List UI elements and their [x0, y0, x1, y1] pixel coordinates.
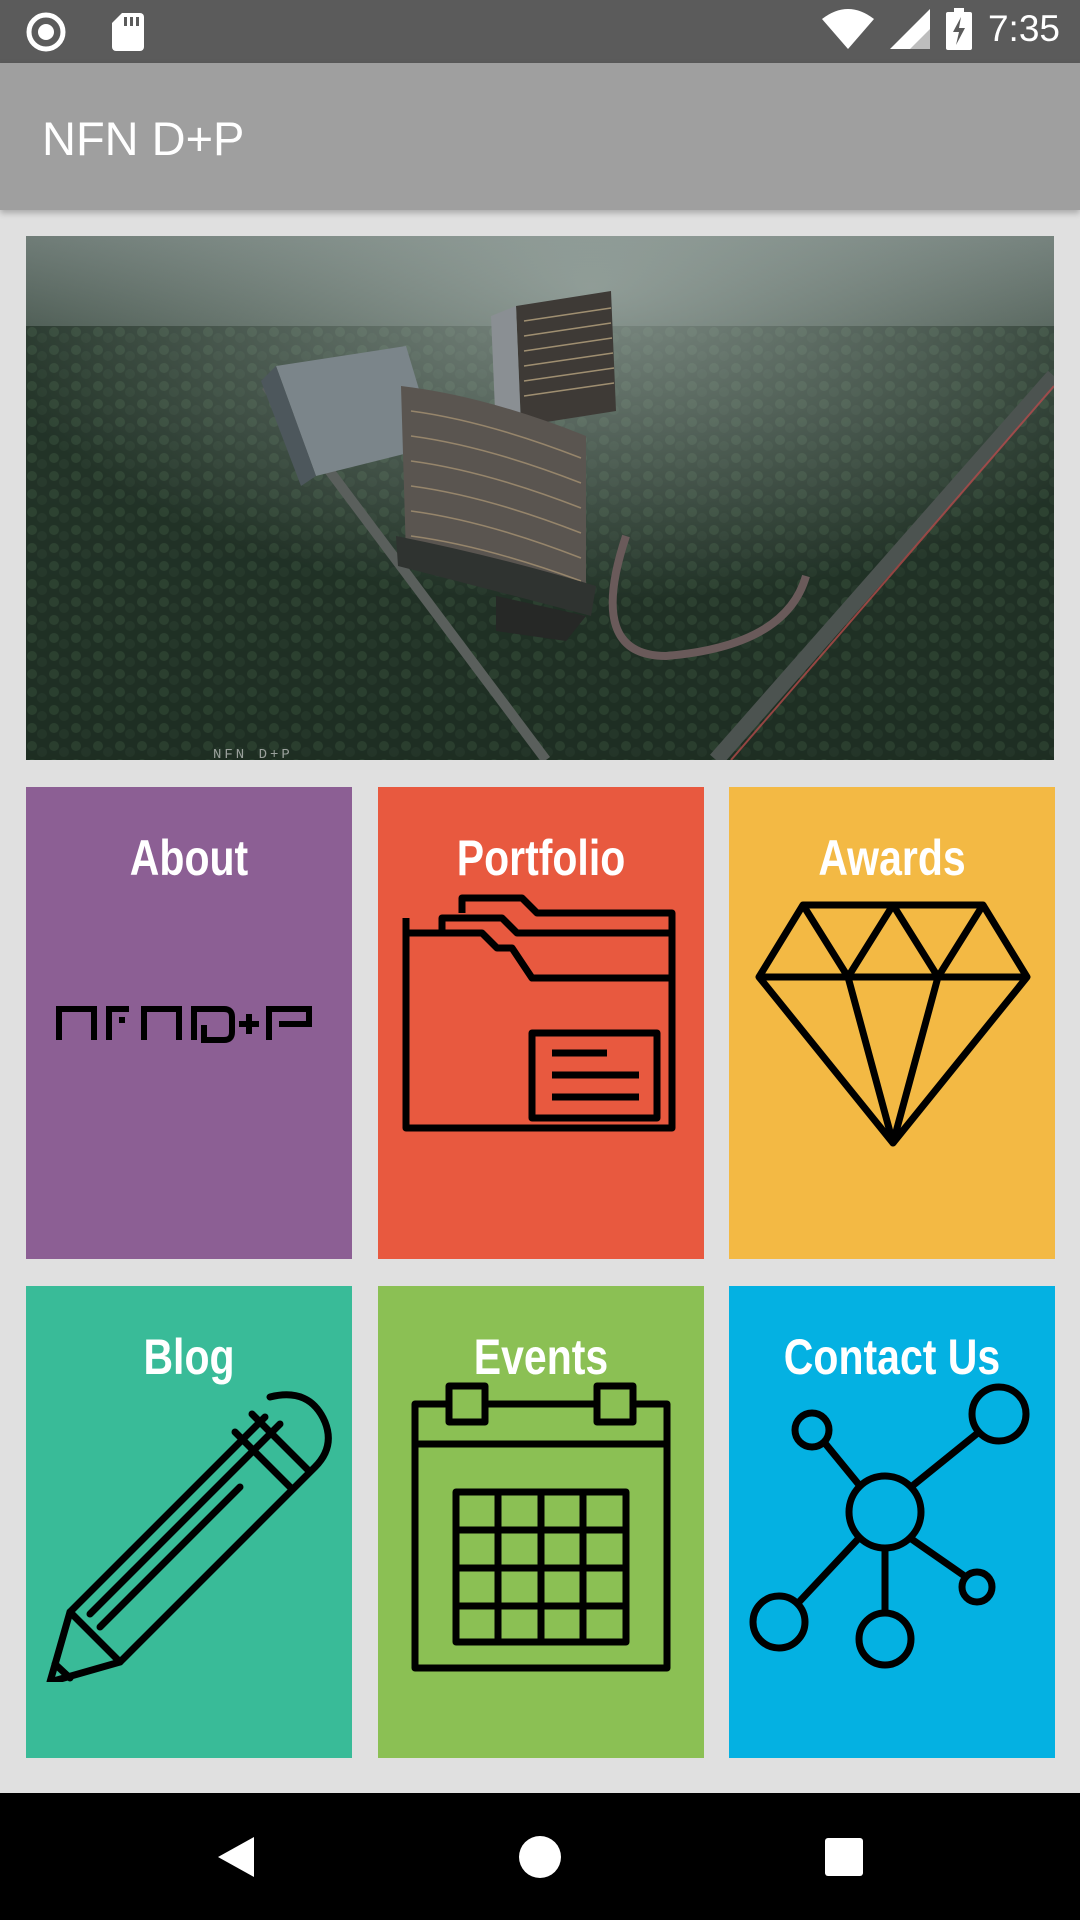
tile-events[interactable]: Events: [378, 1286, 704, 1758]
diamond-icon: [755, 901, 1031, 1147]
hero-watermark: NFN D+P: [213, 747, 293, 760]
status-bar: 7:35: [0, 0, 1080, 63]
navigation-bar: [0, 1793, 1080, 1920]
status-time: 7:35: [987, 8, 1060, 49]
home-button[interactable]: [512, 1829, 568, 1885]
tile-blog-label: Blog: [143, 1329, 235, 1385]
tile-contact-us-label: Contact Us: [783, 1329, 1001, 1385]
tile-blog[interactable]: Blog: [26, 1286, 352, 1758]
folder-icon: [402, 894, 676, 1132]
tile-about-label: About: [129, 830, 249, 886]
battery-charging-icon: [945, 8, 972, 50]
aerial-rendering-image: NFN D+P: [26, 236, 1054, 760]
wifi-icon: [821, 9, 874, 49]
page-title: NFN D+P: [42, 112, 245, 165]
nfn-dp-logo-icon: [56, 1006, 312, 1043]
tile-contact-us[interactable]: Contact Us: [729, 1286, 1055, 1758]
back-icon: [218, 1837, 254, 1877]
tile-portfolio-label: Portfolio: [456, 830, 626, 886]
recents-button[interactable]: [816, 1829, 872, 1885]
record-icon: [26, 12, 66, 52]
pencil-icon: [46, 1391, 332, 1682]
tile-awards[interactable]: Awards: [729, 787, 1055, 1259]
tile-portfolio[interactable]: Portfolio: [378, 787, 704, 1259]
tile-about[interactable]: About: [26, 787, 352, 1259]
app-bar: NFN D+P: [0, 63, 1080, 210]
sd-card-icon: [112, 13, 144, 51]
signal-icon: [889, 9, 930, 49]
tile-awards-label: Awards: [818, 830, 966, 886]
hero-image[interactable]: NFN D+P: [26, 236, 1054, 760]
tile-events-label: Events: [473, 1329, 609, 1385]
recents-icon: [825, 1838, 863, 1876]
back-button[interactable]: [208, 1829, 264, 1885]
network-icon: [749, 1383, 1030, 1669]
calendar-icon: [411, 1382, 671, 1672]
home-icon: [519, 1836, 561, 1878]
